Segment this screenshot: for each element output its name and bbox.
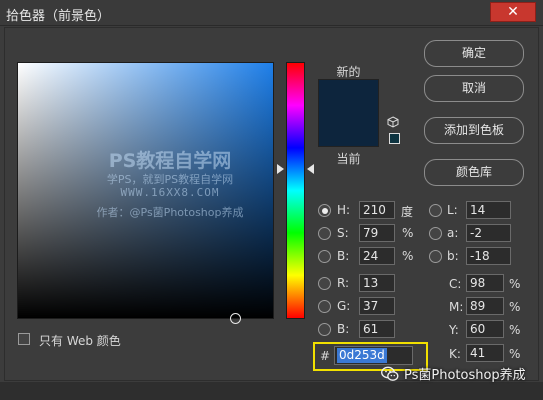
cyan-label: C: (449, 277, 462, 291)
brand-watermark: Ps菌Photoshop养成 (404, 368, 526, 383)
cyan-input[interactable]: 98 (466, 274, 504, 292)
ok-button[interactable]: 确定 (424, 40, 524, 67)
yellow-input[interactable]: 60 (466, 320, 504, 338)
radio-blue[interactable] (318, 323, 331, 336)
watermark-line-4: 作者：@Ps菌Photoshop养成 (96, 206, 244, 219)
lab-a-input[interactable]: -2 (466, 224, 511, 242)
lab-l-input[interactable]: 14 (466, 201, 511, 219)
yellow-label: Y: (449, 323, 459, 337)
radio-lab-l[interactable] (429, 204, 442, 217)
magenta-unit: % (509, 300, 521, 314)
hue-label: H: (337, 203, 351, 217)
cyan-unit: % (509, 277, 521, 291)
web-safe-color-swatch[interactable] (389, 133, 400, 144)
magenta-label: M: (449, 300, 464, 314)
hex-input[interactable]: 0d253d (334, 346, 413, 365)
hue-slider-right-arrow-icon[interactable] (307, 164, 314, 174)
watermark-line-2: 学PS，就到PS教程自学网 (106, 173, 234, 186)
hue-slider-left-arrow-icon[interactable] (277, 164, 284, 174)
lab-l-label: L: (447, 203, 458, 217)
hex-hash-label: # (320, 349, 331, 363)
color-libraries-button[interactable]: 颜色库 (424, 159, 524, 186)
radio-saturation[interactable] (318, 227, 331, 240)
web-colors-only-label: 只有 Web 颜色 (39, 334, 121, 348)
saturation-unit: % (402, 226, 414, 240)
wechat-icon (381, 366, 399, 381)
green-label: G: (337, 299, 351, 313)
green-input[interactable]: 37 (359, 297, 395, 315)
hue-input[interactable]: 210 (359, 201, 395, 219)
brightness-input[interactable]: 24 (359, 247, 395, 265)
title-bar: 拾色器（前景色） ✕ (0, 0, 543, 26)
web-colors-only-checkbox[interactable] (18, 333, 30, 345)
color-field-cursor[interactable] (230, 313, 241, 324)
brightness-unit: % (402, 249, 414, 263)
radio-lab-b[interactable] (429, 250, 442, 263)
current-color-label: 当前 (336, 152, 361, 166)
add-to-swatches-button[interactable]: 添加到色板 (424, 117, 524, 144)
red-label: R: (337, 276, 350, 290)
cancel-button[interactable]: 取消 (424, 75, 524, 102)
saturation-input[interactable]: 79 (359, 224, 395, 242)
red-input[interactable]: 13 (359, 274, 395, 292)
radio-red[interactable] (318, 277, 331, 290)
blue-label: B: (337, 322, 350, 336)
saturation-label: S: (337, 226, 349, 240)
lab-a-label: a: (447, 226, 459, 240)
radio-hue[interactable] (318, 204, 331, 217)
hex-value-selected: 0d253d (337, 348, 387, 363)
radio-green[interactable] (318, 300, 331, 313)
close-button[interactable]: ✕ (490, 2, 536, 22)
blue-input[interactable]: 61 (359, 320, 395, 338)
color-preview-swatch (318, 79, 379, 147)
new-color-label: 新的 (336, 65, 361, 79)
brightness-label: B: (337, 249, 350, 263)
hue-slider[interactable] (286, 62, 305, 319)
black-label: K: (449, 347, 461, 361)
watermark-line-3: WWW.16XX8.COM (120, 186, 220, 199)
black-input[interactable]: 41 (466, 344, 504, 362)
magenta-input[interactable]: 89 (466, 297, 504, 315)
lab-b-input[interactable]: -18 (466, 247, 511, 265)
radio-lab-a[interactable] (429, 227, 442, 240)
web-safe-cube-icon[interactable] (387, 116, 399, 128)
window-title: 拾色器（前景色） (6, 9, 111, 24)
hue-unit: 度 (401, 205, 414, 219)
yellow-unit: % (509, 323, 521, 337)
black-unit: % (509, 347, 521, 361)
lab-b-label: b: (447, 249, 459, 263)
watermark-line-1: PS教程自学网 (108, 150, 232, 172)
radio-brightness[interactable] (318, 250, 331, 263)
bottom-bar (0, 382, 543, 400)
